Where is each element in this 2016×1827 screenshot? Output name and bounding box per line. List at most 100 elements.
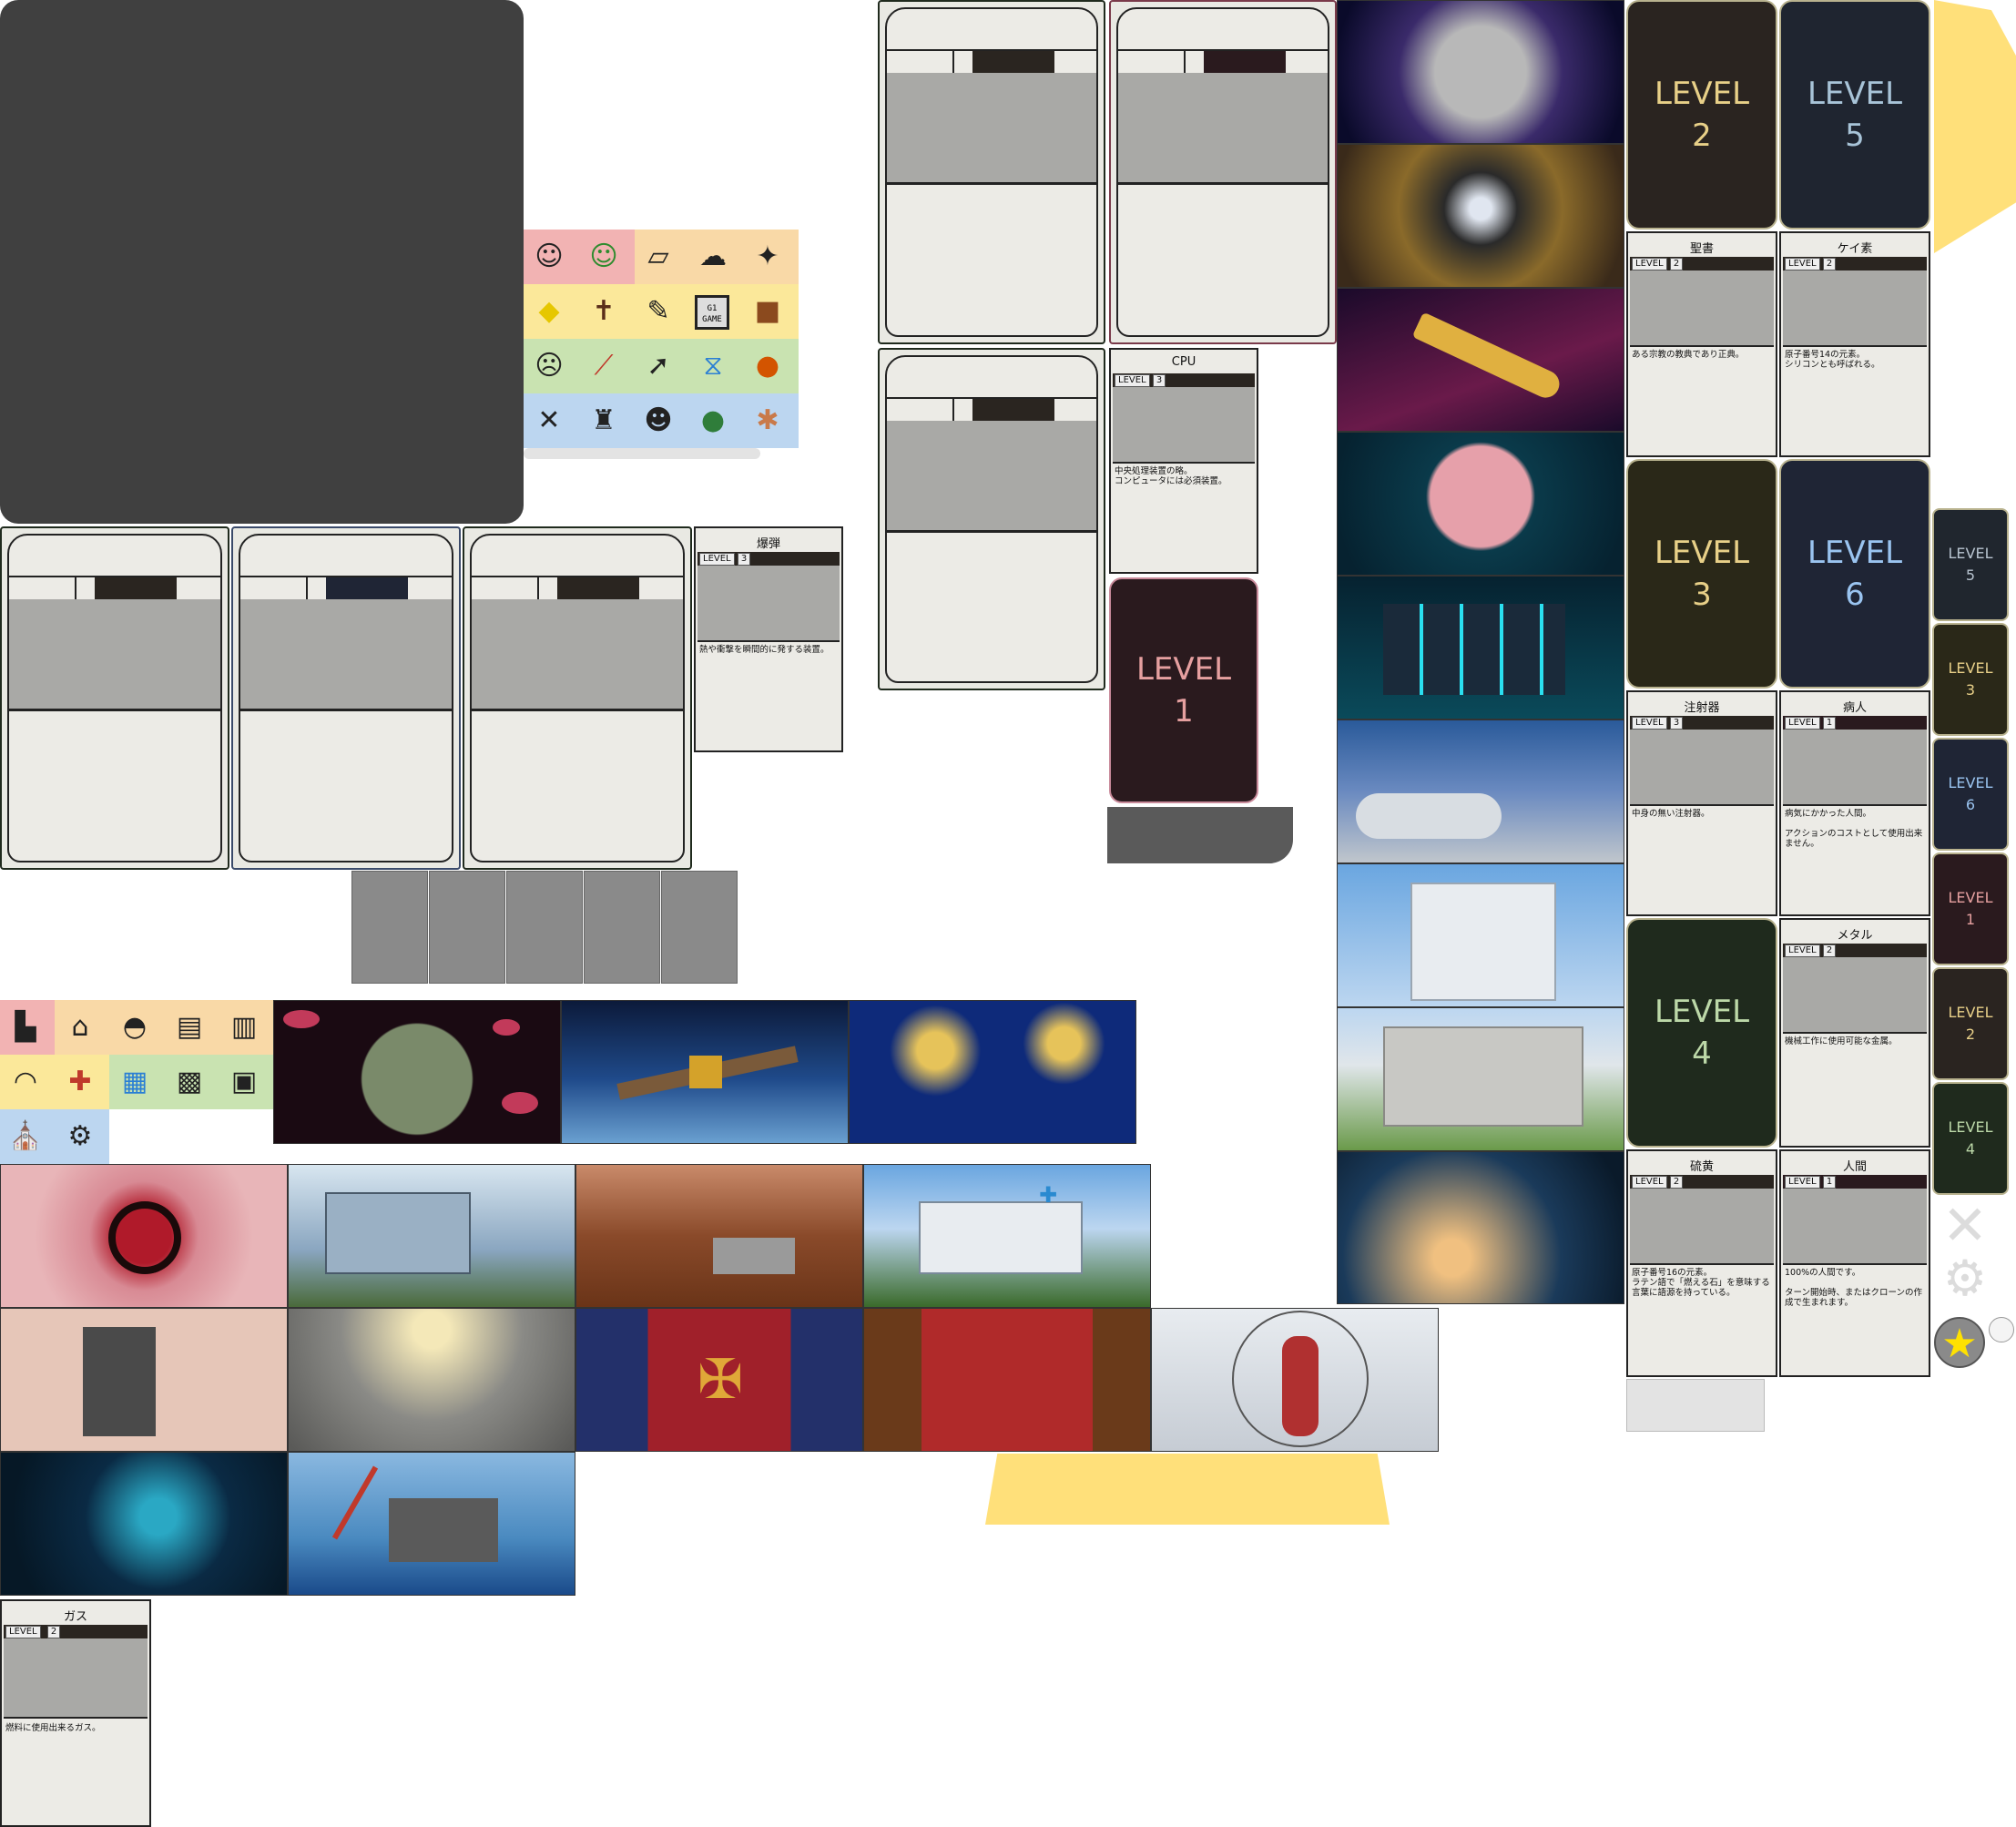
lab-icon: ▩ <box>176 1066 203 1097</box>
art-mars-rover <box>575 1164 863 1308</box>
house-icon: ⌂ <box>71 1011 89 1043</box>
card-level: 3 <box>1153 374 1166 387</box>
level-card-word: LEVEL <box>1654 994 1750 1030</box>
level-card-word: LEVEL <box>1948 1004 1993 1021</box>
art-brain-circuit <box>1337 432 1624 576</box>
mini-level-card[interactable]: LEVEL 3 <box>1932 623 2009 736</box>
card-art <box>1630 1189 1774 1265</box>
card-desc: 病気にかかった人間。 アクションのコストとして使用出来ません。 <box>1785 809 1923 849</box>
plant-icon: ▥ <box>230 1011 258 1043</box>
card-level: 2 <box>1823 258 1836 270</box>
dome-icon: ◓ <box>122 1011 148 1043</box>
level-card-6[interactable]: LEVEL 6 <box>1779 459 1930 689</box>
blank-card <box>878 0 1105 344</box>
card-desc: 燃料に使用出来るガス。 <box>5 1723 101 1733</box>
art-vitruvian <box>1151 1308 1439 1452</box>
level-card-number: 1 <box>1965 911 1976 928</box>
bunker-icon: ◠ <box>13 1066 38 1097</box>
art-priest <box>863 1308 1151 1452</box>
level-card-2[interactable]: LEVEL 2 <box>1626 0 1777 230</box>
bible-icon: ✝ <box>592 295 616 327</box>
mini-level-card[interactable]: LEVEL 5 <box>1932 508 2009 621</box>
server-icon: ▦ <box>121 1066 148 1097</box>
mini-level-card[interactable]: LEVEL 2 <box>1932 967 2009 1080</box>
card-title: 聖書 <box>1689 242 1714 256</box>
art-biolab <box>288 1164 575 1308</box>
art-cathedral <box>1337 863 1624 1007</box>
card-bomb[interactable]: 爆弾 LEVEL 3 熱や衝撃を瞬間的に発する装置。 <box>694 526 843 752</box>
card-art <box>4 1638 148 1719</box>
level-card-number: 1 <box>1174 693 1194 730</box>
card-level: 1 <box>1823 717 1836 730</box>
mini-level-card[interactable]: LEVEL 4 <box>1932 1082 2009 1195</box>
mini-level-card[interactable]: LEVEL 6 <box>1932 738 2009 851</box>
card-patient[interactable]: 病人 LEVEL 1 病気にかかった人間。 アクションのコストとして使用出来ません… <box>1779 690 1930 916</box>
card-gas[interactable]: ガス LEVEL 2 燃料に使用出来るガス。 <box>0 1599 151 1827</box>
level-card-number: 6 <box>1845 577 1865 613</box>
level-card-3[interactable]: LEVEL 3 <box>1626 459 1777 689</box>
card-sulfur[interactable]: 硫黄 LEVEL 2 原子番号16の元素。 ラテン語で「燃える石」を意味する言葉に… <box>1626 1149 1777 1377</box>
card-desc: 100%の人間です。 ターン開始時、またはクローンの作成で生まれます。 <box>1785 1268 1923 1308</box>
card-bible[interactable]: 聖書 LEVEL 2 ある宗教の教典であり正典。 <box>1626 231 1777 457</box>
close-icon[interactable]: ✕ <box>1940 1199 1991 1253</box>
card-human[interactable]: 人間 LEVEL 1 100%の人間です。 ターン開始時、またはクローンの作成で生… <box>1779 1149 1930 1377</box>
card-title: 硫黄 <box>1689 1160 1714 1174</box>
level-card-number: 5 <box>1845 117 1865 154</box>
ingot-icon: ▱ <box>647 240 669 272</box>
church-icon: ⛪ <box>8 1120 43 1152</box>
card-art <box>1113 387 1255 464</box>
card-desc: ある宗教の教典であり正典。 <box>1632 350 1745 360</box>
card-art <box>1783 957 1927 1034</box>
level-card-number: 2 <box>1965 1026 1976 1043</box>
sulfur-icon: ◆ <box>538 295 560 327</box>
syringe-icon: ✎ <box>647 295 670 327</box>
art-hospital: ✚ <box>863 1164 1151 1308</box>
blank-card <box>231 526 461 870</box>
art-storage-room <box>288 1308 575 1452</box>
card-level: 3 <box>1670 717 1683 730</box>
level-card-word: LEVEL <box>1948 545 1993 562</box>
art-missile-launch <box>1337 720 1624 863</box>
card-title: 病人 <box>1842 701 1867 715</box>
card-level-label: LEVEL <box>1632 258 1667 270</box>
card-level: 1 <box>1823 1176 1836 1189</box>
art-rocket-space <box>1337 288 1624 432</box>
dark-panel <box>0 0 524 524</box>
art-welder <box>1337 1151 1624 1304</box>
level-card-1[interactable]: LEVEL 1 <box>1109 577 1258 803</box>
earth-icon: ● <box>700 404 726 436</box>
placeholder-boxes <box>351 871 738 984</box>
card-art <box>1630 270 1774 347</box>
level-card-4[interactable]: LEVEL 4 <box>1626 918 1777 1148</box>
level-card-5[interactable]: LEVEL 5 <box>1779 0 1930 230</box>
card-level-label: LEVEL <box>699 553 735 566</box>
card-art <box>1783 270 1927 347</box>
card-level: 2 <box>1823 944 1836 957</box>
art-oil-rig <box>288 1452 575 1596</box>
mini-level-card[interactable]: LEVEL 1 <box>1932 852 2009 965</box>
level-card-word: LEVEL <box>1654 535 1750 571</box>
card-desc: 原子番号16の元素。 ラテン語で「燃える石」を意味する言葉に語源を持っている。 <box>1632 1268 1770 1298</box>
gear-icon[interactable]: ⚙ <box>1940 1253 1991 1304</box>
star-icon[interactable]: ★ <box>1934 1317 1985 1368</box>
card-level-label: LEVEL <box>5 1626 41 1638</box>
gear-icon: ⚙ <box>67 1120 93 1152</box>
level-card-number: 6 <box>1965 796 1976 813</box>
art-ring-city <box>1337 0 1624 144</box>
card-art <box>1783 1189 1927 1265</box>
card-syringe[interactable]: 注射器 LEVEL 3 中身の無い注射器。 <box>1626 690 1777 916</box>
circle-button[interactable] <box>1989 1317 2014 1342</box>
card-level: 2 <box>47 1626 60 1638</box>
wood-block-icon: ■ <box>754 295 781 327</box>
card-title: CPU <box>1171 355 1196 369</box>
card-level-label: LEVEL <box>1785 717 1820 730</box>
yellow-panel <box>985 1454 1390 1525</box>
card-silicon[interactable]: ケイ素 LEVEL 2 原子番号14の元素。 シリコンとも呼ばれる。 <box>1779 231 1930 457</box>
cpu-chip-icon: G1 GAME <box>695 295 729 330</box>
card-metal[interactable]: メタル LEVEL 2 機械工作に使用可能な金属。 <box>1779 918 1930 1148</box>
card-title: 注射器 <box>1684 701 1720 715</box>
card-desc: 中身の無い注射器。 <box>1632 809 1710 819</box>
art-planet-spores <box>273 1000 561 1144</box>
art-brain-wave <box>0 1452 288 1596</box>
card-cpu[interactable]: CPU LEVEL 3 中央処理装置の略。 コンピュータには必須装置。 <box>1109 348 1258 574</box>
